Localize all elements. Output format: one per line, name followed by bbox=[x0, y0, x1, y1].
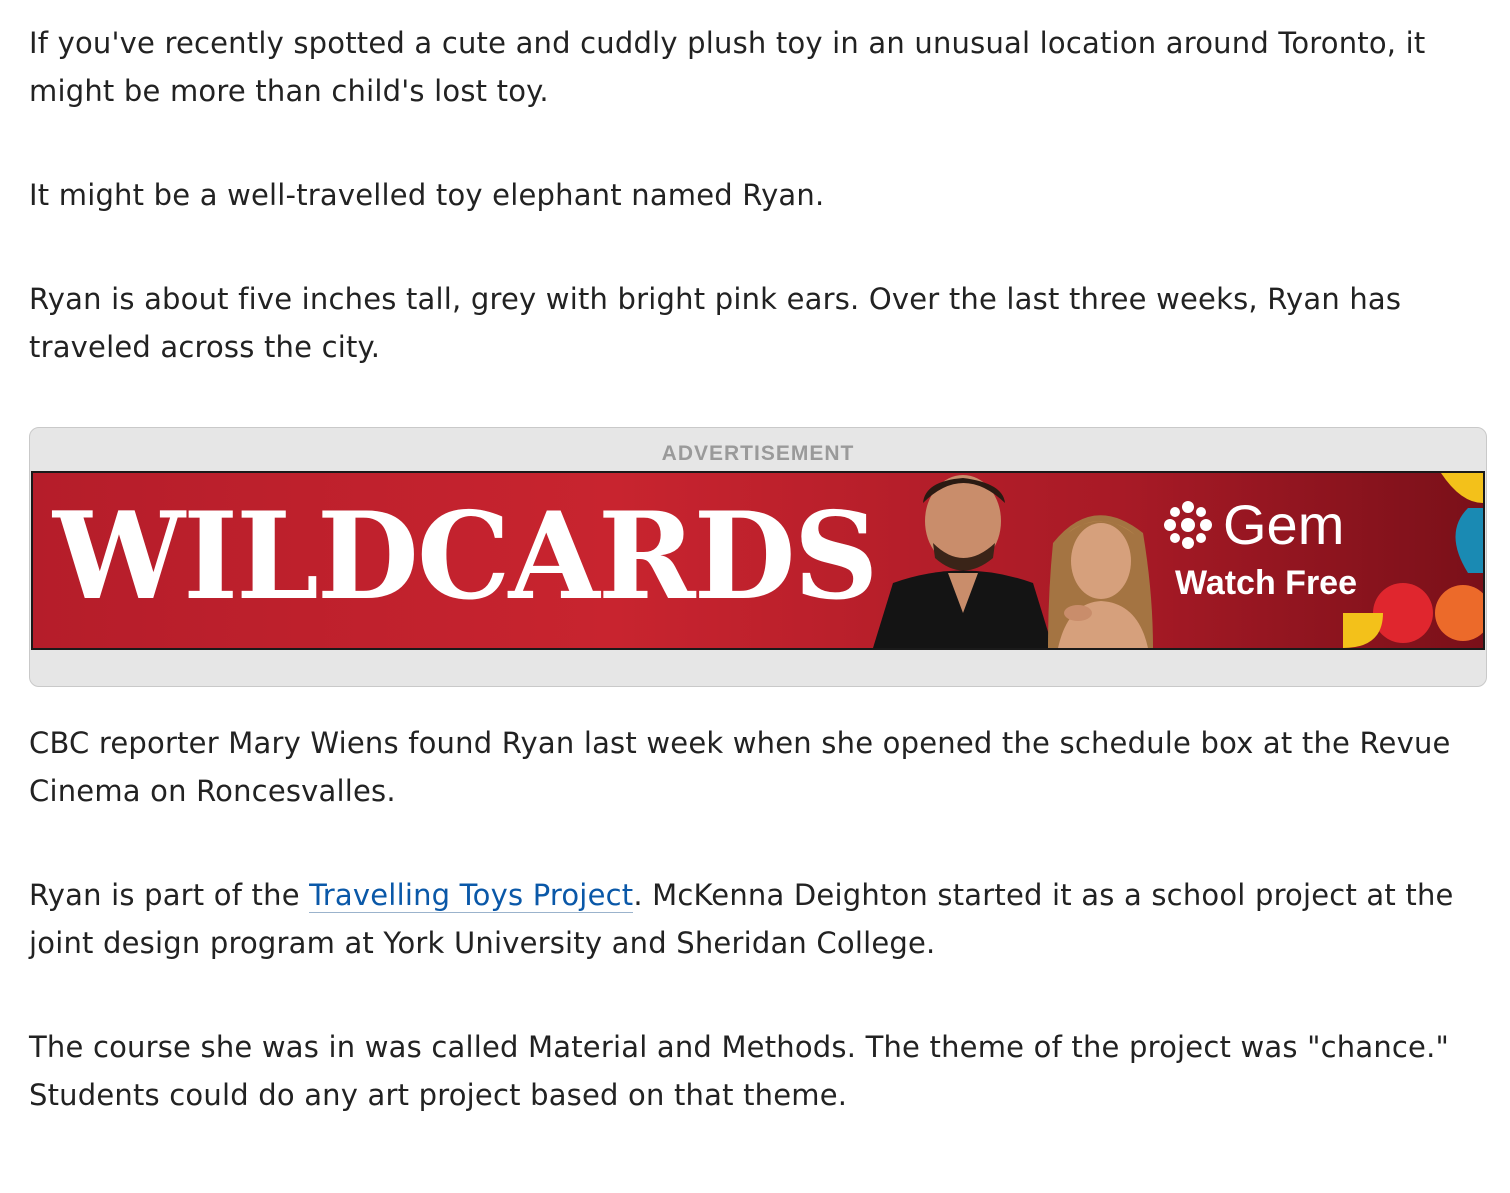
article-paragraph-3: Ryan is about five inches tall, grey wit… bbox=[29, 282, 1402, 364]
article-paragraph-4: CBC reporter Mary Wiens found Ryan last … bbox=[29, 726, 1451, 808]
advertisement-label: ADVERTISEMENT bbox=[661, 442, 855, 465]
cast-photo-illustration bbox=[873, 475, 1153, 648]
article-paragraph-6: The course she was in was called Materia… bbox=[29, 1030, 1450, 1112]
gem-brand-text: Gem bbox=[1223, 493, 1345, 556]
cbc-gem-icon bbox=[1164, 501, 1212, 549]
ad-banner[interactable]: WILDCARDS Gem Watch Free bbox=[31, 471, 1485, 650]
article-paragraph-2: It might be a well-travelled toy elephan… bbox=[29, 178, 825, 212]
advertisement-container: ADVERTISEMENT WILDCARDS Gem Watch Free bbox=[29, 427, 1487, 687]
paragraph-5-lead-text: Ryan is part of the bbox=[29, 878, 310, 912]
article-paragraph-1: If you've recently spotted a cute and cu… bbox=[29, 26, 1426, 108]
article-paragraph-5: Ryan is part of the Travelling Toys Proj… bbox=[29, 871, 1479, 967]
decorative-shapes-icon bbox=[1343, 473, 1483, 648]
travelling-toys-project-link[interactable]: Travelling Toys Project bbox=[309, 878, 634, 913]
banner-title: WILDCARDS bbox=[53, 486, 879, 627]
